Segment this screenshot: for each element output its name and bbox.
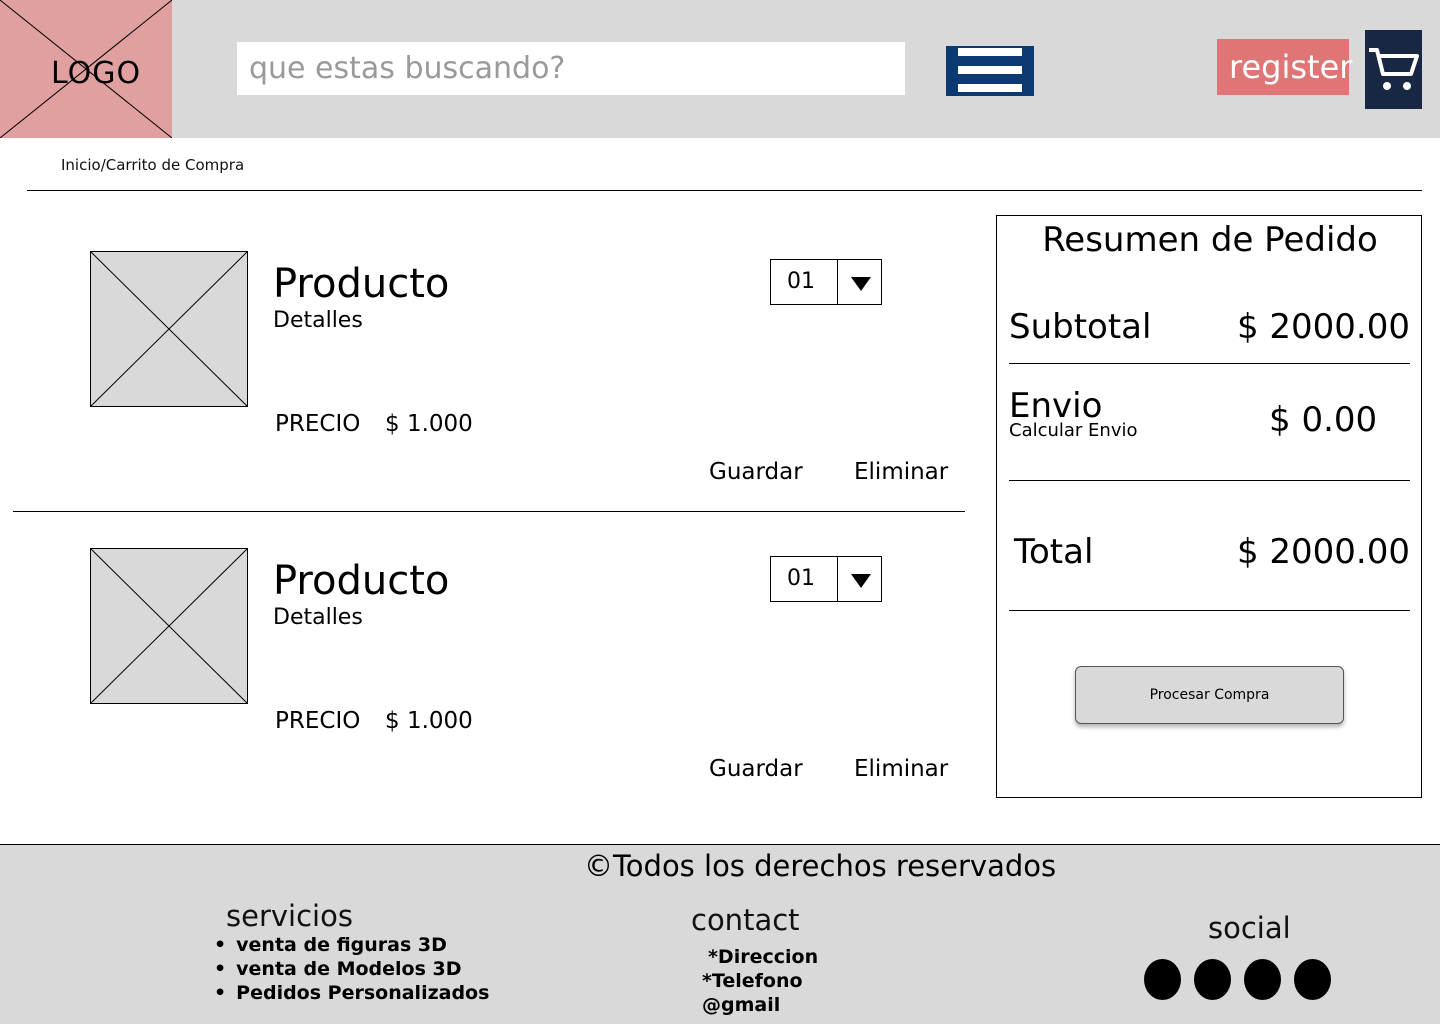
subtotal-value: $ 2000.00 bbox=[1236, 307, 1410, 347]
divider bbox=[27, 190, 1422, 191]
summary-title: Resumen de Pedido bbox=[1042, 220, 1378, 260]
hamburger-icon-bar bbox=[958, 84, 1022, 92]
triangle-down-icon bbox=[851, 277, 871, 291]
service-item[interactable]: venta de figuras 3D bbox=[214, 933, 489, 957]
logo-placeholder[interactable]: LOGO bbox=[0, 0, 172, 138]
save-button[interactable]: Guardar bbox=[709, 459, 803, 485]
price-value: $ 1.000 bbox=[385, 411, 473, 437]
hamburger-icon-bar bbox=[958, 66, 1022, 74]
calculate-shipping-link[interactable]: Calcular Envio bbox=[1009, 420, 1138, 441]
save-button[interactable]: Guardar bbox=[709, 756, 803, 782]
subtotal-label: Subtotal bbox=[1009, 307, 1152, 347]
quantity-value: 01 bbox=[787, 566, 815, 591]
order-summary: Resumen de Pedido Subtotal $ 2000.00 Env… bbox=[996, 215, 1422, 798]
contact-email[interactable]: @gmail bbox=[702, 994, 780, 1016]
delete-button[interactable]: Eliminar bbox=[854, 459, 948, 485]
breadcrumb[interactable]: Inicio/Carrito de Compra bbox=[61, 156, 244, 174]
dropdown-arrow[interactable] bbox=[837, 260, 882, 304]
total-value: $ 2000.00 bbox=[1236, 532, 1410, 572]
divider bbox=[1009, 610, 1410, 611]
product-details: Detalles bbox=[273, 605, 363, 630]
delete-button[interactable]: Eliminar bbox=[854, 756, 948, 782]
image-placeholder-icon bbox=[90, 548, 248, 704]
service-item[interactable]: venta de Modelos 3D bbox=[214, 957, 489, 981]
logo-text: LOGO bbox=[50, 56, 142, 91]
price-label: PRECIO bbox=[275, 708, 361, 734]
service-item[interactable]: Pedidos Personalizados bbox=[214, 981, 489, 1005]
footer: ©Todos los derechos reservados servicios… bbox=[0, 844, 1440, 1024]
social-icon[interactable] bbox=[1244, 959, 1281, 1000]
header: LOGO register bbox=[0, 0, 1440, 138]
cart-button[interactable] bbox=[1365, 30, 1422, 109]
quantity-select[interactable]: 01 bbox=[770, 259, 882, 305]
register-button[interactable]: register bbox=[1217, 39, 1352, 95]
services-title: servicios bbox=[226, 899, 353, 933]
hamburger-icon-bar bbox=[958, 48, 1022, 56]
checkout-button[interactable]: Procesar Compra bbox=[1075, 666, 1344, 724]
divider bbox=[13, 511, 965, 512]
divider bbox=[1009, 480, 1410, 481]
shipping-value: $ 0.00 bbox=[1269, 400, 1378, 440]
product-image-placeholder bbox=[90, 251, 248, 407]
contact-phone[interactable]: *Telefono bbox=[702, 970, 803, 992]
shopping-cart-icon bbox=[1369, 48, 1419, 90]
triangle-down-icon bbox=[851, 574, 871, 588]
price-label: PRECIO bbox=[275, 411, 361, 437]
copyright-text: ©Todos los derechos reservados bbox=[584, 849, 1057, 883]
image-placeholder-icon bbox=[90, 251, 248, 407]
quantity-select[interactable]: 01 bbox=[770, 556, 882, 602]
total-label: Total bbox=[1014, 532, 1094, 572]
social-icon[interactable] bbox=[1294, 959, 1331, 1000]
product-details: Detalles bbox=[273, 308, 363, 333]
divider bbox=[1009, 363, 1410, 364]
price-value: $ 1.000 bbox=[385, 708, 473, 734]
contact-address[interactable]: *Direccion bbox=[708, 946, 818, 968]
social-icon[interactable] bbox=[1194, 959, 1231, 1000]
contact-title: contact bbox=[691, 903, 800, 937]
social-title: social bbox=[1208, 911, 1291, 945]
product-name[interactable]: Producto bbox=[273, 261, 449, 307]
dropdown-arrow[interactable] bbox=[837, 557, 882, 601]
product-image-placeholder bbox=[90, 548, 248, 704]
quantity-value: 01 bbox=[787, 269, 815, 294]
social-icon[interactable] bbox=[1144, 959, 1181, 1000]
product-name[interactable]: Producto bbox=[273, 558, 449, 604]
menu-button[interactable] bbox=[946, 46, 1034, 96]
services-list: venta de figuras 3D venta de Modelos 3D … bbox=[214, 933, 489, 1005]
search-input[interactable] bbox=[237, 42, 905, 95]
